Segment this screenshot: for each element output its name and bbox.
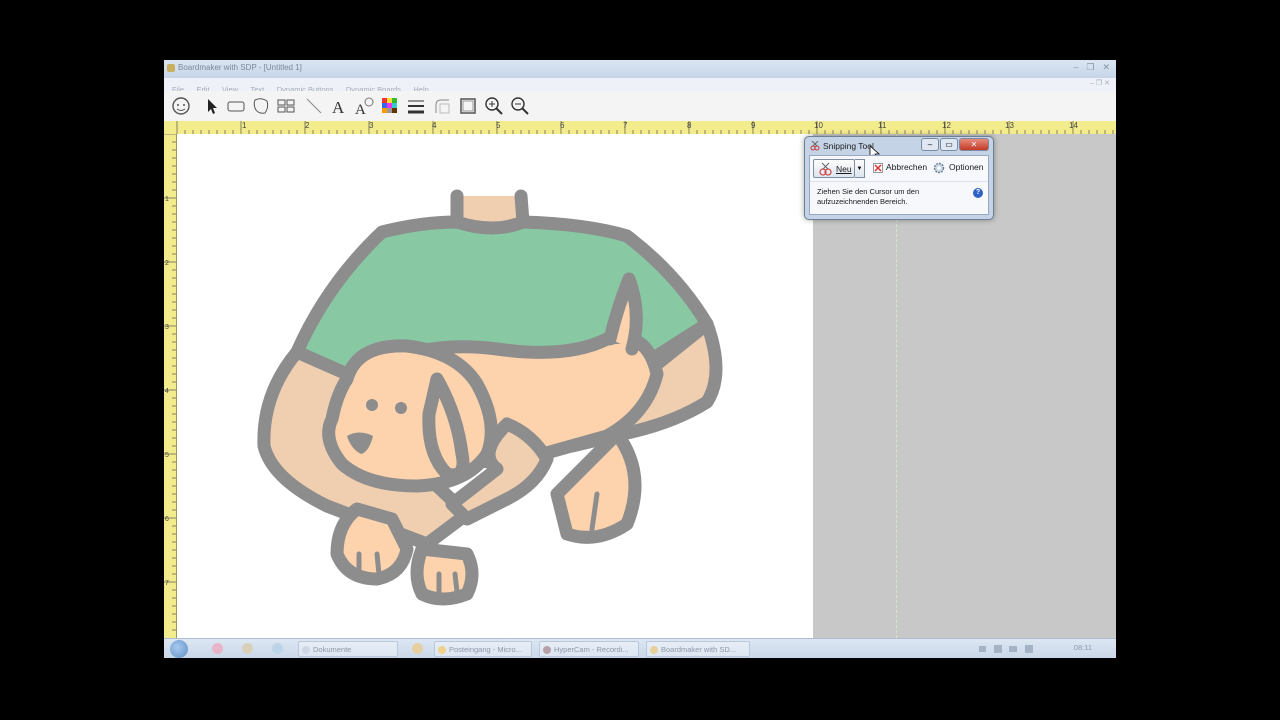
document-controls[interactable]: – ❐ ✕: [1090, 79, 1110, 87]
help-icon[interactable]: ?: [973, 188, 983, 198]
menu-bar: File Edit View Text Dynamic Buttons Dyna…: [164, 78, 1116, 94]
taskbar-label: Boardmaker with SD...: [661, 645, 737, 654]
ruler-label: 9: [751, 121, 756, 130]
minimize-button[interactable]: –: [1073, 62, 1078, 73]
new-snip-icon: [819, 162, 832, 176]
button-icon[interactable]: [225, 95, 247, 117]
taskbar-item-boardmaker[interactable]: Boardmaker with SD...: [646, 641, 750, 657]
hypercam-icon: [543, 646, 551, 654]
horizontal-ruler: 1 2 3 4 5 6 7 8 9 10 11 12 13 14: [164, 121, 1116, 135]
snipping-tool-body: Neu ▼ Abbrechen Optionen Ziehen Sie den …: [809, 155, 989, 215]
zoom-out-icon[interactable]: [509, 95, 531, 117]
ruler-label: 7: [165, 580, 169, 587]
cancel-button[interactable]: Abbrechen: [886, 162, 927, 172]
ruler-label: 5: [496, 121, 501, 130]
ruler-label: 1: [165, 196, 169, 203]
taskbar: Dokumente Posteingang - Micro... HyperCa…: [164, 638, 1116, 658]
snip-mode-dropdown[interactable]: ▼: [855, 159, 865, 178]
color-palette-icon[interactable]: [379, 95, 401, 117]
button-sequence-icon[interactable]: [275, 95, 297, 117]
new-snip-label: Neu: [836, 164, 852, 174]
ruler-label: 2: [165, 260, 169, 267]
vertical-ruler: 1 2 3 4 5 6 7: [164, 134, 177, 638]
ruler-label: 6: [560, 121, 565, 130]
line-thickness-icon[interactable]: [405, 95, 427, 117]
ruler-label: 11: [878, 121, 887, 130]
shadow-icon[interactable]: [457, 95, 479, 117]
new-snip-button[interactable]: Neu: [813, 159, 855, 178]
text-icon[interactable]: A: [328, 95, 350, 117]
drawing-canvas[interactable]: [177, 134, 813, 638]
snipping-tool-title: Snipping Tool: [823, 141, 874, 151]
app-icon: [167, 64, 175, 72]
corners-icon[interactable]: [431, 95, 453, 117]
snip-close-button[interactable]: ✕: [959, 138, 989, 151]
ruler-label: 8: [687, 121, 692, 130]
ruler-label: 2: [305, 121, 310, 130]
options-button[interactable]: Optionen: [949, 162, 984, 172]
pointer-icon[interactable]: [200, 95, 222, 117]
ruler-label: 10: [814, 121, 823, 130]
taskbar-item-outlook[interactable]: Posteingang - Micro...: [434, 641, 532, 657]
ruler-label: 13: [1005, 121, 1014, 130]
taskbar-item-documents[interactable]: Dokumente: [298, 641, 398, 657]
maximize-button[interactable]: ❐: [1086, 62, 1094, 73]
snip-minimize-button[interactable]: –: [921, 138, 939, 151]
symbol-finder-icon[interactable]: [170, 95, 192, 117]
scissors-icon: [810, 141, 820, 151]
svg-text:A: A: [355, 102, 366, 117]
ruler-label: 3: [369, 121, 374, 130]
taskbar-label: Posteingang - Micro...: [449, 645, 522, 654]
ruler-label: 14: [1069, 121, 1078, 130]
ruler-label: 7: [623, 121, 628, 130]
ruler-label: 12: [942, 121, 951, 130]
clock[interactable]: 08:11: [1074, 643, 1092, 652]
zoom-in-icon[interactable]: [483, 95, 505, 117]
ruler-label: 6: [165, 516, 169, 523]
taskbar-label: HyperCam - Recordi...: [554, 645, 629, 654]
cancel-icon[interactable]: [873, 163, 883, 173]
ruler-label: 3: [165, 324, 169, 331]
ruler-ticks: [164, 134, 176, 631]
taskbar-item-hypercam[interactable]: HyperCam - Recordi...: [539, 641, 639, 657]
symbol-text-icon[interactable]: A: [353, 95, 375, 117]
ruler-label: 4: [165, 388, 169, 395]
taskbar-label: Dokumente: [313, 645, 352, 654]
options-gear-icon[interactable]: [933, 162, 945, 174]
instruction-text: Ziehen Sie den Cursor um den aufzuzeichn…: [817, 187, 920, 206]
snipping-tool-window[interactable]: Snipping Tool – ▭ ✕ Neu ▼ Abbrechen Opti…: [804, 136, 994, 220]
close-button[interactable]: ✕: [1102, 62, 1110, 73]
folder-icon: [302, 646, 310, 654]
outlook-icon: [438, 646, 446, 654]
system-tray-icons[interactable]: [979, 643, 1049, 655]
ruler-label: 4: [432, 121, 437, 130]
divider: [810, 181, 988, 182]
freeform-icon[interactable]: [250, 95, 272, 117]
toolbar: A A: [164, 91, 1116, 122]
boardmaker-icon: [650, 646, 658, 654]
window-title: Boardmaker with SDP - [Untitled 1]: [178, 63, 302, 72]
explorer-icon[interactable]: [272, 643, 283, 654]
ruler-label: 5: [165, 452, 169, 459]
line-icon[interactable]: [303, 95, 325, 117]
media-player-icon[interactable]: [212, 643, 223, 654]
chrome-icon[interactable]: [242, 643, 253, 654]
ruler-label: 1: [242, 121, 247, 130]
snip-maximize-button[interactable]: ▭: [940, 138, 958, 151]
svg-text:A: A: [332, 98, 345, 117]
start-button[interactable]: [170, 640, 188, 658]
window-controls: – ❐ ✕: [1073, 62, 1110, 73]
person-holding-dog-symbol[interactable]: [177, 134, 813, 638]
app-titlebar: Boardmaker with SDP - [Untitled 1] – ❐ ✕: [164, 60, 1116, 79]
browser-icon[interactable]: [412, 643, 423, 654]
